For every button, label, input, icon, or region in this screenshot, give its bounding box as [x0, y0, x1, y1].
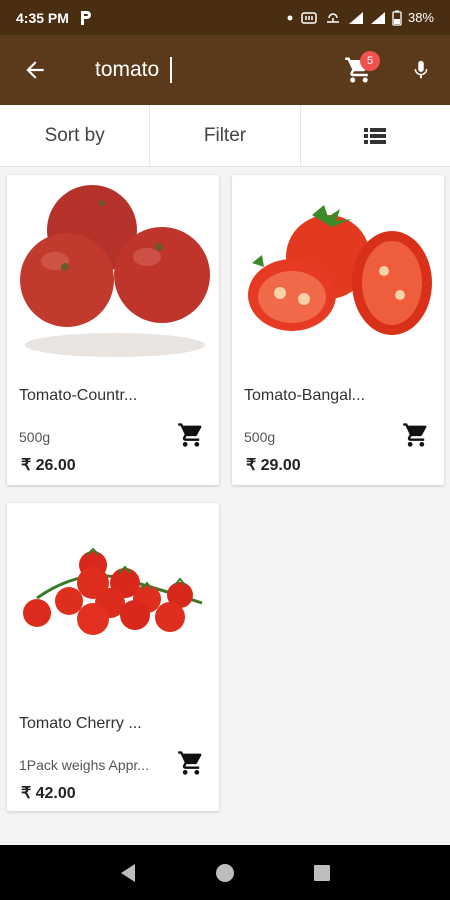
volte-icon: [301, 11, 317, 24]
product-quantity: 500g: [19, 429, 51, 445]
sort-by-label: Sort by: [44, 124, 105, 146]
status-bar: 4:35 PM 38%: [0, 0, 450, 35]
add-to-cart-icon[interactable]: [402, 421, 430, 449]
filter-button[interactable]: Filter: [149, 105, 299, 166]
filter-label: Filter: [203, 124, 247, 146]
product-quantity: 500g: [244, 429, 276, 445]
product-price: ₹ 42.00: [21, 785, 76, 802]
battery-icon: [392, 10, 402, 26]
product-card[interactable]: Tomato Cherry ... 1Pack weighs Appr... ₹…: [7, 503, 219, 811]
text-cursor: [170, 57, 172, 83]
tomato-country-image: [20, 185, 210, 357]
product-card[interactable]: Tomato-Bangal... 500g ₹ 29.00: [232, 175, 444, 485]
status-time: 4:35 PM: [16, 9, 69, 26]
tomato-bangalore-image: [248, 205, 432, 335]
product-name: Tomato Cherry ...: [19, 715, 142, 732]
product-name: Tomato-Countr...: [19, 387, 138, 404]
product-price: ₹ 29.00: [246, 457, 301, 474]
cart-count-badge: 5: [360, 51, 380, 71]
signal-2-icon: [370, 11, 385, 24]
sort-filter-bar: Sort by Filter: [0, 105, 450, 167]
system-navigation-bar: [0, 845, 450, 900]
product-card[interactable]: Tomato-Countr... 500g ₹ 26.00: [7, 175, 219, 485]
product-name: Tomato-Bangal...: [244, 387, 365, 404]
product-quantity: 1Pack weighs Appr...: [19, 757, 149, 773]
battery-percent: 38%: [407, 10, 434, 25]
parking-app-icon: [80, 10, 91, 25]
add-to-cart-icon[interactable]: [177, 421, 205, 449]
list-view-icon: [364, 127, 387, 144]
add-to-cart-icon[interactable]: [177, 749, 205, 777]
notification-dot-icon: [287, 15, 293, 20]
list-view-button[interactable]: [299, 105, 450, 166]
hotspot-icon: [326, 12, 339, 23]
back-arrow-icon[interactable]: [22, 57, 48, 83]
signal-1-icon: [348, 11, 363, 24]
product-price: ₹ 26.00: [21, 457, 76, 474]
microphone-icon[interactable]: [410, 59, 432, 81]
sort-by-button[interactable]: Sort by: [0, 105, 149, 166]
status-icons: 38%: [286, 10, 434, 26]
tomato-cherry-image: [23, 547, 203, 635]
nav-recents-icon[interactable]: [311, 862, 333, 884]
search-app-bar: 5: [0, 35, 450, 105]
search-input[interactable]: [95, 55, 295, 85]
nav-home-icon[interactable]: [214, 862, 236, 884]
nav-back-icon[interactable]: [117, 862, 139, 884]
